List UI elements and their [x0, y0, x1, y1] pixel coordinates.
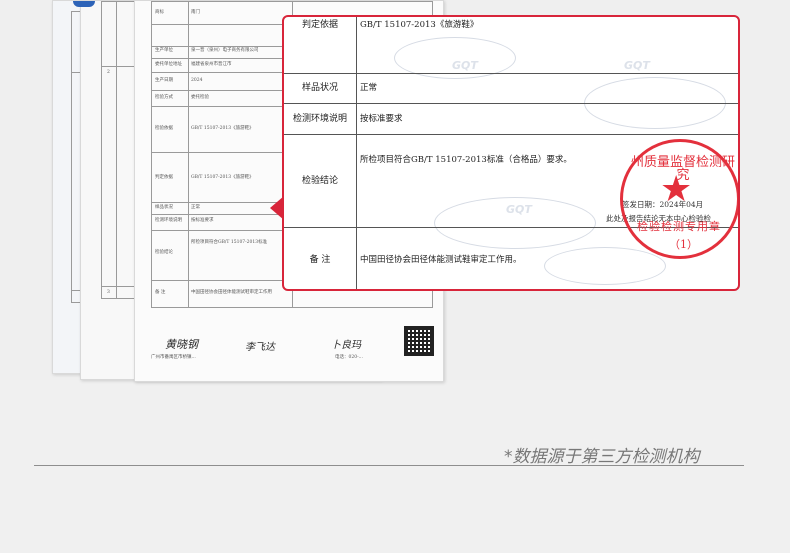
report-row-value: 泉一晋（泉州）电子商务有限公司 — [191, 48, 259, 53]
report-row-label: 判定依据 — [155, 175, 173, 180]
report-row-value: 正常 — [191, 205, 200, 210]
report-row-label: 商标 — [155, 10, 164, 15]
report-row-value: 所检项目符合GB/T 15107-2013标准 — [191, 240, 268, 245]
report-row-label: 检验方式 — [155, 95, 173, 100]
row-value-remarks: 中国田径协会田径体能测试鞋审定工作用。 — [360, 255, 522, 265]
row-label-remarks: 备 注 — [309, 255, 331, 265]
row-label-environment: 检测环境说明 — [292, 114, 347, 124]
report-footer: 广州市番禺区市桥镇... — [151, 355, 196, 360]
report-mid-item: 3 — [107, 290, 110, 295]
report-row-value: 按标准要求 — [191, 218, 214, 223]
report-row-value: 2024 — [191, 78, 203, 83]
zoom-callout: GQT GQT GQT 判定依据 GB/T 15107-2013《旅游鞋》 样品… — [282, 15, 740, 291]
report-row-value: GB/T 15107-2013《旅游鞋》 — [191, 126, 254, 131]
official-seal: 州质量监督检测研究 ★ 检验检测专用章 （1） — [620, 139, 738, 259]
row-label-sample-condition: 样品状况 — [301, 83, 338, 93]
signature-tester: 卜良玛 — [331, 340, 361, 351]
qr-code-icon — [404, 326, 434, 356]
report-row-label: 检验结论 — [155, 250, 173, 255]
report-footer-tel: 电话：020-... — [335, 355, 363, 360]
signature-approver: 黄晓钢 — [165, 338, 198, 351]
report-row-value: 委托检验 — [191, 95, 209, 100]
report-row-value: 南门 — [191, 10, 200, 15]
watermark: GQT — [624, 59, 650, 72]
table-row-divider — [284, 134, 738, 135]
report-row-label: 生产单位 — [155, 48, 173, 53]
table-row-divider — [284, 73, 738, 74]
report-row-label: 备 注 — [155, 290, 166, 295]
source-note: *数据源于第三方检测机构 — [504, 447, 700, 467]
row-label-conclusion: 检验结论 — [301, 176, 338, 186]
report-row-value: GB/T 15107-2013《旅游鞋》 — [191, 175, 254, 180]
report-row-value: 中国田径协会田径体能测试鞋审定工作用 — [191, 290, 272, 295]
row-value-environment: 按标准要求 — [360, 114, 403, 124]
report-mid-item: 2 — [107, 70, 110, 75]
seal-number: （1） — [669, 238, 698, 251]
table-column-divider — [356, 17, 357, 289]
row-value-judgment-basis: GB/T 15107-2013《旅游鞋》 — [360, 20, 479, 30]
report-row-label: 生产日期 — [155, 78, 173, 83]
signature-reviewer: 李飞达 — [245, 342, 275, 353]
report-row-label: 检验依据 — [155, 126, 173, 131]
report-row-label: 样品状况 — [155, 205, 173, 210]
watermark: GQT — [452, 59, 478, 72]
row-value-conclusion: 所检项目符合GB/T 15107-2013标准（合格品）要求。 — [360, 155, 572, 165]
row-value-sample-condition: 正常 — [360, 83, 378, 93]
report-row-value: 福建省泉州市晋江市 — [191, 62, 232, 67]
table-row-divider — [284, 103, 738, 104]
seal-mid-text: 检验检测专用章 — [637, 220, 721, 233]
star-icon: ★ — [660, 169, 693, 210]
logo-icon — [73, 1, 95, 7]
cloud-pattern — [544, 247, 666, 285]
row-label-judgment-basis: 判定依据 — [301, 20, 338, 30]
report-row-label: 委托单位地址 — [155, 62, 182, 67]
divider-line — [34, 465, 744, 466]
watermark: GQT — [506, 203, 532, 216]
report-row-label: 检测环境说明 — [155, 218, 182, 223]
